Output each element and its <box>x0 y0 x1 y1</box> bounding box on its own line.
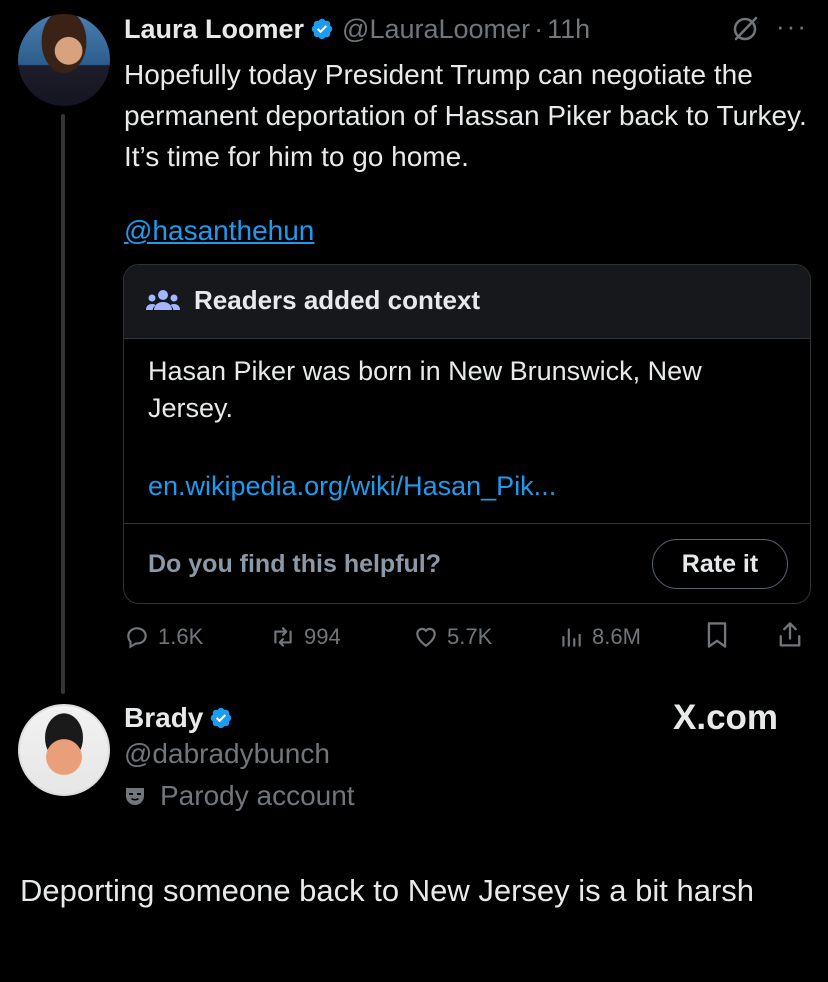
author-avatar[interactable] <box>18 14 110 106</box>
mention-link[interactable]: @hasanthehun <box>124 210 314 251</box>
community-note-body: Hasan Piker was born in New Brunswick, N… <box>148 356 702 423</box>
reply-author-avatar[interactable] <box>18 704 110 796</box>
reply-text: Deporting someone back to New Jersey is … <box>20 873 755 908</box>
more-options-icon[interactable]: ··· <box>776 13 810 44</box>
people-icon <box>146 290 180 310</box>
author-name[interactable]: Laura Loomer <box>124 14 304 45</box>
repost-count: 994 <box>304 624 341 649</box>
community-note: Readers added context Hasan Piker was bo… <box>123 264 811 604</box>
x-watermark: X.com <box>673 698 779 737</box>
like-count: 5.7K <box>447 624 493 649</box>
views-count: 8.6M <box>592 624 641 649</box>
reply-header: Brady <box>124 700 241 736</box>
parody-label-text: Parody account <box>160 780 355 811</box>
repost-icon <box>274 627 292 647</box>
views-button[interactable]: 8.6M <box>558 620 641 654</box>
grok-icon[interactable] <box>730 14 760 44</box>
reply-icon <box>127 627 147 649</box>
reply-author-name[interactable]: Brady <box>124 702 203 734</box>
parody-mask-icon <box>126 788 144 805</box>
thread-line <box>61 114 65 694</box>
parody-label: Parody account <box>124 780 355 812</box>
verified-badge-icon <box>211 707 232 729</box>
bookmark-icon[interactable] <box>703 620 731 650</box>
tweet-text: Hopefully today President Trump can nego… <box>124 59 807 172</box>
author-handle[interactable]: @LauraLoomer <box>342 14 530 45</box>
tweet-time[interactable]: 11h <box>547 14 590 45</box>
repost-button[interactable]: 994 <box>270 620 341 654</box>
share-icon[interactable] <box>776 620 804 650</box>
community-note-header: Readers added context <box>124 265 810 339</box>
heart-icon <box>416 627 436 647</box>
rate-it-button[interactable]: Rate it <box>652 539 788 589</box>
divider <box>124 523 810 524</box>
reply-button[interactable]: 1.6K <box>124 620 203 654</box>
like-button[interactable]: 5.7K <box>413 620 492 654</box>
reply-count: 1.6K <box>158 624 204 649</box>
community-note-link[interactable]: en.wikipedia.org/wiki/Hasan_Pik... <box>148 468 556 505</box>
community-note-title: Readers added context <box>194 285 481 315</box>
separator-dot: · <box>534 13 544 44</box>
views-icon <box>562 628 581 647</box>
helpful-question: Do you find this helpful? <box>148 550 442 578</box>
verified-badge-icon <box>311 18 333 40</box>
tweet-header: Laura Loomer @LauraLoomer · 11h <box>124 12 590 46</box>
reply-author-handle[interactable]: @dabradybunch <box>124 738 330 770</box>
